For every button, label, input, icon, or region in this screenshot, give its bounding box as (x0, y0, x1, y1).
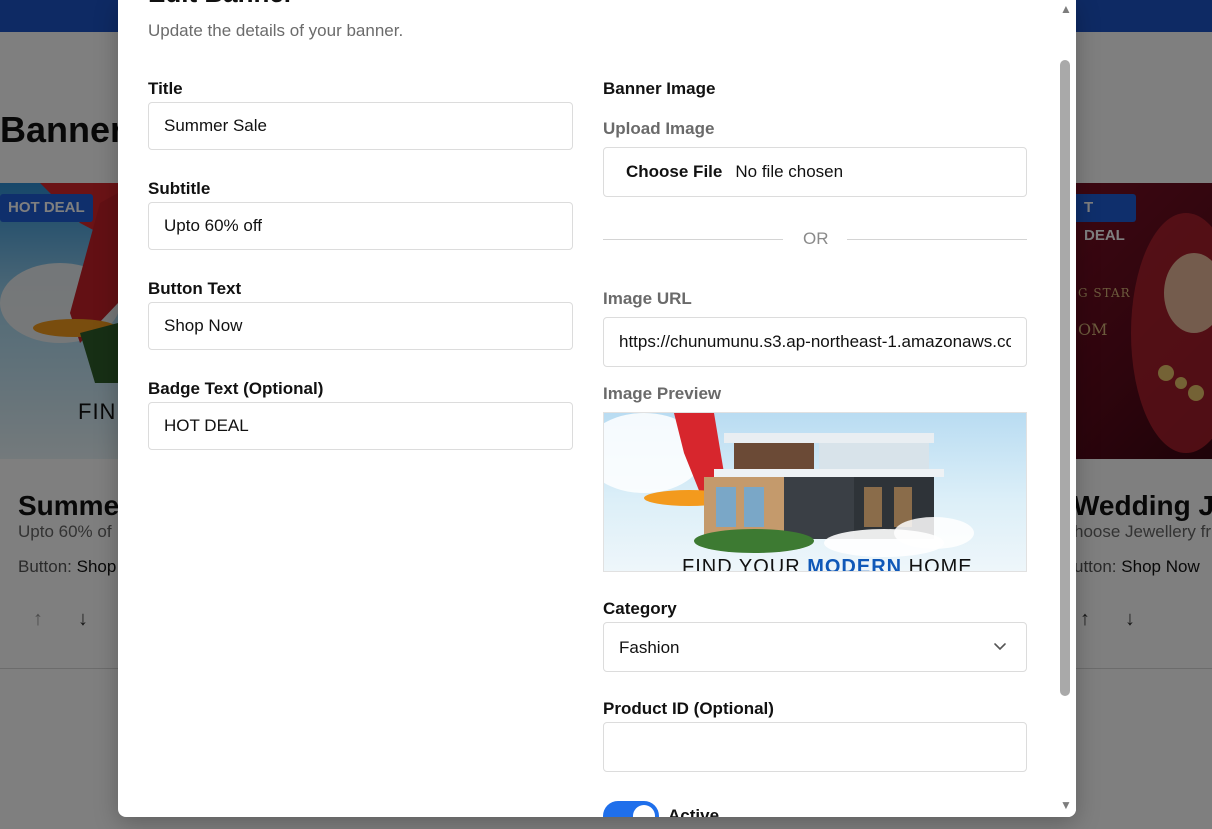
dialog-description: Update the details of your banner. (148, 21, 404, 40)
chevron-down-icon (994, 643, 1006, 651)
button-text-input[interactable] (148, 302, 573, 350)
house-illustration (604, 413, 974, 557)
or-divider-left (603, 239, 783, 240)
category-selected-value: Fashion (619, 638, 680, 657)
image-preview: FIND YOUR MODERN HOME (603, 412, 1027, 572)
subtitle-label: Subtitle (148, 179, 211, 198)
button-text-label: Button Text (148, 279, 242, 298)
title-input[interactable] (148, 102, 573, 150)
image-url-input[interactable] (603, 317, 1027, 367)
product-id-input[interactable] (603, 722, 1027, 772)
active-toggle[interactable] (603, 801, 659, 817)
file-status-text: No file chosen (735, 162, 844, 181)
category-label: Category (603, 599, 677, 618)
subtitle-input[interactable] (148, 202, 573, 250)
dialog-title: Edit Banner (148, 0, 294, 9)
active-label: Active (668, 806, 720, 817)
toggle-knob (633, 805, 655, 817)
preview-caption: FIND YOUR MODERN HOME (682, 556, 973, 572)
caption-accent: MODERN (807, 556, 903, 572)
or-divider-right (847, 239, 1027, 240)
category-select[interactable]: Fashion (603, 622, 1027, 672)
title-label: Title (148, 79, 183, 98)
upload-image-label: Upload Image (603, 119, 715, 138)
scroll-up-icon[interactable]: ▲ (1060, 2, 1072, 16)
badge-text-label: Badge Text (Optional) (148, 379, 324, 398)
product-id-label: Product ID (Optional) (603, 699, 774, 718)
dialog-scrollbar[interactable]: ▲ ▼ (1056, 0, 1076, 817)
file-upload-input[interactable]: Choose File No file chosen (603, 147, 1027, 197)
scroll-down-icon[interactable]: ▼ (1060, 798, 1072, 812)
choose-file-button[interactable]: Choose File (626, 162, 722, 182)
scroll-thumb[interactable] (1060, 60, 1070, 696)
or-separator-text: OR (803, 229, 829, 248)
image-url-label: Image URL (603, 289, 692, 308)
caption-part: HOME (902, 556, 973, 572)
caption-part: FIND YOUR (682, 556, 808, 572)
edit-banner-dialog: Edit Banner Update the details of your b… (118, 0, 1076, 817)
badge-text-input[interactable] (148, 402, 573, 450)
image-preview-label: Image Preview (603, 384, 722, 403)
banner-image-label: Banner Image (603, 79, 716, 98)
